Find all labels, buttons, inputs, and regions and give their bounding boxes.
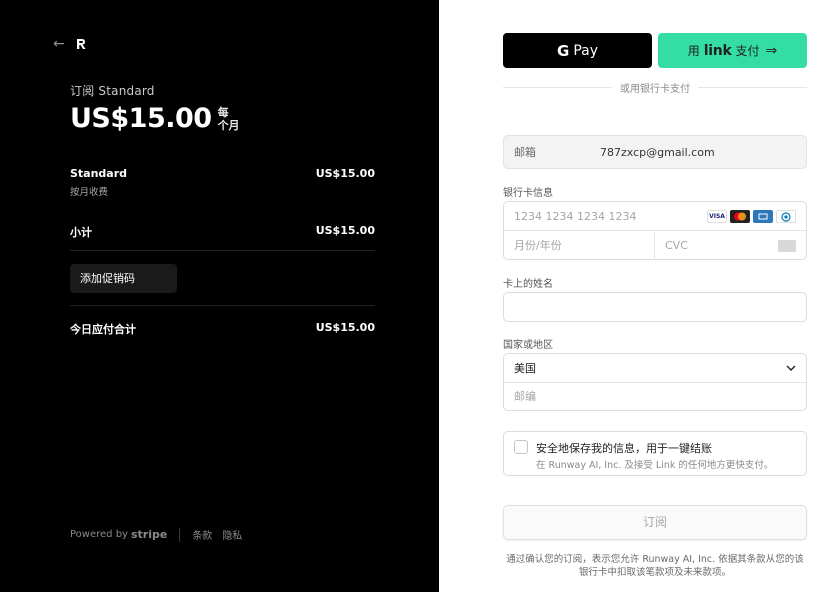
save-info-desc: 在 Runway AI, Inc. 及接受 Link 的任何地方更快支付。 <box>536 460 774 471</box>
cvc-placeholder: CVC <box>665 239 688 252</box>
subscribe-button[interactable]: 订阅 <box>503 505 807 540</box>
zip-input[interactable]: 邮编 <box>504 383 806 411</box>
subtotal-label: 小计 <box>70 226 92 239</box>
total-label: 今日应付合计 <box>70 323 136 336</box>
divider-line <box>503 87 612 88</box>
order-summary-panel: ← 订阅 Standard US$15.00 每 个月 Standard US$… <box>0 0 439 592</box>
diners-club-icon <box>776 210 796 223</box>
subtotal-value: US$15.00 <box>315 224 375 237</box>
country-label: 国家或地区 <box>503 340 553 351</box>
link-brand: link <box>703 42 732 59</box>
save-info-title: 安全地保存我的信息，用于一键结账 <box>536 442 712 455</box>
link-suffix: 支付 <box>735 44 760 58</box>
price-amount: US$15.00 <box>70 103 212 134</box>
footer: Powered by stripe 条款 隐私 <box>70 527 252 542</box>
add-promo-code-button[interactable]: 添加促销码 <box>70 264 177 293</box>
pay-with-link-button[interactable]: 用 link 支付 ⇒ <box>658 33 807 68</box>
terms-link[interactable]: 条款 <box>192 527 212 542</box>
privacy-link[interactable]: 隐私 <box>222 527 242 542</box>
chevron-down-icon <box>786 365 796 371</box>
runway-logo-icon <box>77 39 86 49</box>
google-g-icon: G <box>557 41 570 60</box>
card-info-group: 1234 1234 1234 1234 VISA 月份/年份 CVC <box>503 201 807 260</box>
stripe-logo[interactable]: stripe <box>131 528 167 541</box>
divider <box>70 250 375 251</box>
visa-icon: VISA <box>707 210 727 223</box>
card-brands: VISA <box>707 210 796 223</box>
address-group: 美国 邮编 <box>503 353 807 411</box>
divider <box>70 305 375 306</box>
expiry-input[interactable]: 月份/年份 <box>504 232 655 260</box>
google-pay-button[interactable]: G Pay <box>503 33 652 68</box>
billing-period: 每 个月 <box>218 106 240 132</box>
mastercard-icon <box>730 210 750 223</box>
save-info-checkbox[interactable] <box>514 440 528 454</box>
payment-panel: G Pay 用 link 支付 ⇒ 或用银行卡支付 邮箱 787zxcp@gma… <box>439 0 840 592</box>
email-label: 邮箱 <box>514 146 536 159</box>
total-row: 今日应付合计 US$15.00 <box>70 321 375 337</box>
email-field[interactable]: 邮箱 787zxcp@gmail.com <box>503 135 807 169</box>
period-line-1: 每 <box>217 106 229 119</box>
gpay-label: Pay <box>573 42 598 59</box>
card-info-label: 银行卡信息 <box>503 188 553 199</box>
country-value: 美国 <box>514 362 536 375</box>
name-on-card-label: 卡上的姓名 <box>503 279 553 290</box>
email-value: 787zxcp@gmail.com <box>600 145 715 159</box>
or-divider: 或用银行卡支付 <box>503 80 807 95</box>
subtotal-row: 小计 US$15.00 <box>70 224 375 240</box>
footer-separator <box>179 527 181 542</box>
or-card-text: 或用银行卡支付 <box>620 84 690 95</box>
total-value: US$15.00 <box>315 321 375 334</box>
period-line-2: 个月 <box>217 119 240 132</box>
cvc-card-icon <box>778 240 796 252</box>
line-item-billing: 按月收费 <box>70 187 109 198</box>
link-prefix: 用 <box>687 44 700 58</box>
cvc-input[interactable]: CVC <box>655 232 806 260</box>
amex-icon <box>753 210 773 223</box>
name-on-card-input[interactable] <box>503 292 807 322</box>
country-select[interactable]: 美国 <box>504 354 806 383</box>
line-item-name: Standard <box>70 167 128 180</box>
arrow-right-icon: ⇒ <box>765 42 778 59</box>
price-row: US$15.00 每 个月 <box>70 103 240 135</box>
powered-by-text: Powered by <box>70 529 128 540</box>
line-item-price: US$15.00 <box>315 167 375 180</box>
back-arrow-icon[interactable]: ← <box>53 37 67 51</box>
save-info-box: 安全地保存我的信息，用于一键结账 在 Runway AI, Inc. 及接受 L… <box>503 431 807 476</box>
plan-label: 订阅 Standard <box>70 84 155 98</box>
legal-text: 通过确认您的订阅，表示您允许 Runway AI, Inc. 依据其条款从您的该… <box>506 554 804 578</box>
divider-line <box>698 87 807 88</box>
line-item-standard: Standard US$15.00 <box>70 167 375 180</box>
